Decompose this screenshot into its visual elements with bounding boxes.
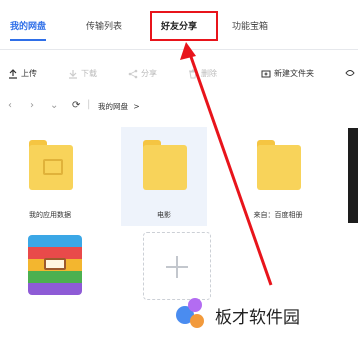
new-folder-label: 新建文件夹 bbox=[274, 69, 314, 78]
folder-label: 我的应用数据 bbox=[29, 211, 71, 219]
watermark-logo bbox=[172, 298, 208, 332]
breadcrumb: 我的网盘 > bbox=[98, 101, 140, 112]
share-button[interactable]: 分享 bbox=[128, 68, 157, 79]
forward-arrow-icon[interactable]: › bbox=[30, 101, 34, 111]
add-file-button[interactable] bbox=[143, 232, 211, 300]
back-arrow-icon[interactable]: ‹ bbox=[8, 101, 12, 111]
share-label: 分享 bbox=[141, 69, 157, 78]
download-button[interactable]: 下载 bbox=[68, 68, 97, 79]
separator-divider: | bbox=[87, 99, 91, 110]
trash-icon bbox=[189, 69, 197, 78]
folder-icon bbox=[143, 140, 187, 190]
toolbar: 上传 下载 分享 删除 新建文件夹 bbox=[0, 60, 358, 90]
upload-icon bbox=[9, 68, 17, 79]
upload-label: 上传 bbox=[21, 69, 37, 78]
image-thumbnail[interactable] bbox=[348, 128, 358, 223]
tab-transfer-list[interactable]: 传输列表 bbox=[86, 19, 122, 32]
folder-label: 电影 bbox=[157, 211, 171, 219]
delete-button[interactable]: 删除 bbox=[188, 68, 217, 79]
tab-tools[interactable]: 功能宝箱 bbox=[232, 19, 268, 32]
breadcrumb-separator: > bbox=[133, 102, 140, 111]
zip-archive-icon[interactable] bbox=[28, 235, 82, 295]
new-folder-icon bbox=[261, 70, 271, 77]
folder-app-icon bbox=[29, 140, 73, 190]
plus-icon-vertical bbox=[176, 256, 178, 278]
download-label: 下载 bbox=[81, 69, 97, 78]
tab-my-disk[interactable]: 我的网盘 bbox=[10, 19, 47, 41]
address-bar: ‹ › ⌄ ⟳ | 我的网盘 > bbox=[0, 94, 358, 118]
refresh-icon[interactable]: ⟳ bbox=[72, 101, 80, 111]
folder-label: 来自：百度相册 bbox=[253, 211, 303, 219]
download-icon bbox=[69, 69, 77, 79]
annotation-highlight-box bbox=[150, 11, 218, 41]
more-button[interactable] bbox=[345, 68, 355, 78]
breadcrumb-current[interactable]: 我的网盘 bbox=[98, 102, 128, 111]
folder-icon bbox=[257, 140, 301, 190]
more-icon bbox=[345, 70, 355, 76]
new-folder-button[interactable]: 新建文件夹 bbox=[261, 68, 314, 79]
watermark: 板才软件园 bbox=[172, 297, 300, 333]
share-icon bbox=[128, 69, 138, 78]
watermark-text: 板才软件园 bbox=[215, 307, 300, 328]
dropdown-icon[interactable]: ⌄ bbox=[50, 101, 58, 111]
delete-label: 删除 bbox=[201, 69, 217, 78]
upload-button[interactable]: 上传 bbox=[8, 68, 37, 79]
